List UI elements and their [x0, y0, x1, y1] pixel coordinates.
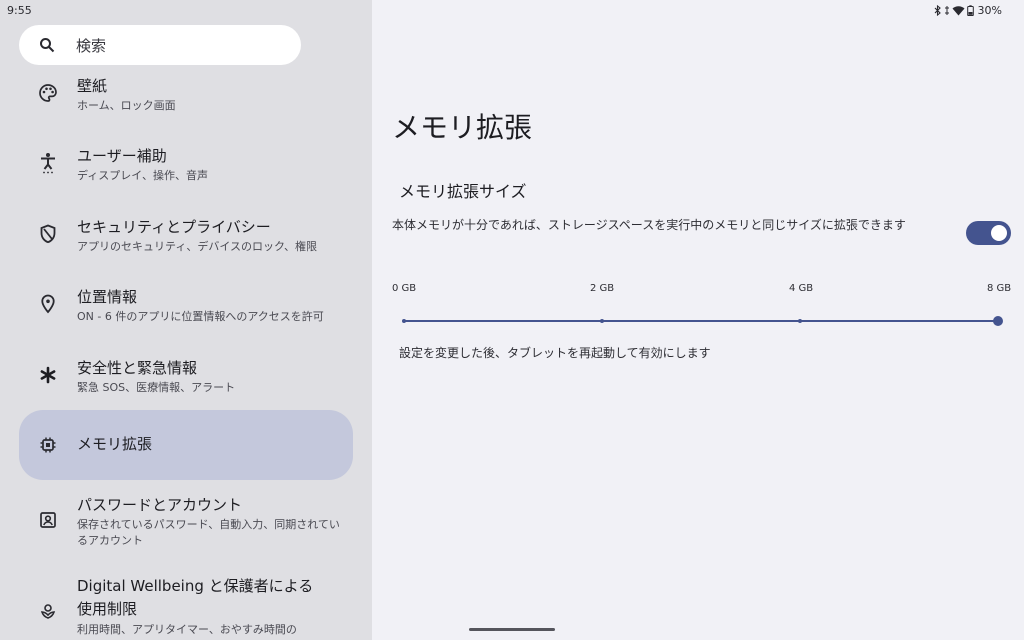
sidebar-item-title: パスワードとアカウント [77, 496, 243, 514]
sidebar-item-memory-extension[interactable]: メモリ拡張 [19, 410, 353, 480]
account-box-icon [37, 509, 59, 531]
status-icons: 30% [934, 4, 1002, 17]
status-time: 9:55 [7, 4, 32, 17]
search-placeholder: 検索 [76, 36, 107, 55]
battery-icon [966, 5, 974, 16]
restart-note: 設定を変更した後、タブレットを再起動して有効にします [399, 346, 711, 360]
palette-icon [37, 82, 59, 104]
sidebar: 9:55 検索 壁紙 ホーム、ロック画面 ユーザー補助 ディスプレイ、操作、音声… [0, 0, 372, 640]
slider-step-dot [600, 319, 604, 323]
battery-percent: 30% [977, 4, 1002, 17]
toggle-knob [991, 225, 1007, 241]
vibrate-icon [944, 6, 949, 15]
sidebar-item-title: Digital Wellbeing と保護者による使用制限 [77, 577, 314, 618]
sidebar-item-title: 安全性と緊急情報 [77, 359, 198, 377]
sidebar-item-subtitle: ディスプレイ、操作、音声 [77, 169, 209, 182]
page-title: メモリ拡張 [392, 111, 533, 144]
navigation-handle[interactable] [469, 628, 555, 631]
accessibility-icon [37, 152, 59, 174]
slider-tick-label: 2 GB [590, 283, 615, 294]
setting-description: 本体メモリが十分であれば、ストレージスペースを実行中のメモリと同じサイズに拡張で… [392, 218, 906, 232]
sidebar-item-subtitle: 利用時間、アプリタイマー、おやすみ時間の [77, 623, 297, 636]
sidebar-item-digital-wellbeing[interactable]: Digital Wellbeing と保護者による使用制限 利用時間、アプリタイ… [19, 575, 353, 640]
slider-thumb[interactable] [993, 316, 1003, 326]
sidebar-item-location[interactable]: 位置情報 ON - 6 件のアプリに位置情報へのアクセスを許可 [19, 285, 353, 335]
wifi-icon [952, 6, 965, 16]
sidebar-item-safety-emergency[interactable]: 安全性と緊急情報 緊急 SOS、医療情報、アラート [19, 356, 353, 406]
slider-tick-label: 0 GB [392, 283, 417, 294]
sidebar-item-subtitle: ホーム、ロック画面 [77, 99, 176, 112]
sidebar-item-title: 壁紙 [77, 77, 108, 95]
main-panel: 30% メモリ拡張 メモリ拡張サイズ 本体メモリが十分であれば、ストレージスペー… [372, 0, 1024, 640]
bluetooth-icon [934, 5, 941, 16]
slider-step-dot [402, 319, 406, 323]
sidebar-item-title: セキュリティとプライバシー [77, 218, 271, 236]
memory-extension-toggle[interactable] [966, 221, 1011, 245]
sidebar-item-subtitle: 保存されているパスワード、自動入力、同期されているアカウント [77, 518, 340, 547]
sidebar-item-wallpaper[interactable]: 壁紙 ホーム、ロック画面 [19, 74, 353, 124]
sidebar-item-title: 位置情報 [77, 288, 138, 306]
search-bar[interactable]: 検索 [19, 25, 301, 65]
sidebar-item-subtitle: アプリのセキュリティ、デバイスのロック、権限 [77, 240, 318, 253]
slider-tick-label: 4 GB [789, 283, 814, 294]
memory-size-slider[interactable] [403, 320, 999, 322]
sidebar-item-title: メモリ拡張 [77, 435, 153, 453]
sidebar-item-subtitle: ON - 6 件のアプリに位置情報へのアクセスを許可 [77, 310, 324, 323]
slider-step-dot [798, 319, 802, 323]
wellbeing-icon [37, 600, 59, 622]
sidebar-item-security-privacy[interactable]: セキュリティとプライバシー アプリのセキュリティ、デバイスのロック、権限 [19, 215, 353, 265]
shield-icon [37, 223, 59, 245]
sidebar-item-title: ユーザー補助 [77, 147, 167, 165]
chip-icon [37, 434, 59, 456]
search-icon [40, 38, 55, 53]
sidebar-item-subtitle: 緊急 SOS、医療情報、アラート [77, 381, 236, 394]
sidebar-item-accessibility[interactable]: ユーザー補助 ディスプレイ、操作、音声 [19, 144, 353, 194]
asterisk-icon [37, 364, 59, 386]
sidebar-item-passwords-accounts[interactable]: パスワードとアカウント 保存されているパスワード、自動入力、同期されているアカウ… [19, 495, 353, 555]
slider-tick-label: 8 GB [987, 283, 1012, 294]
section-title: メモリ拡張サイズ [399, 182, 527, 201]
location-pin-icon [37, 293, 59, 315]
